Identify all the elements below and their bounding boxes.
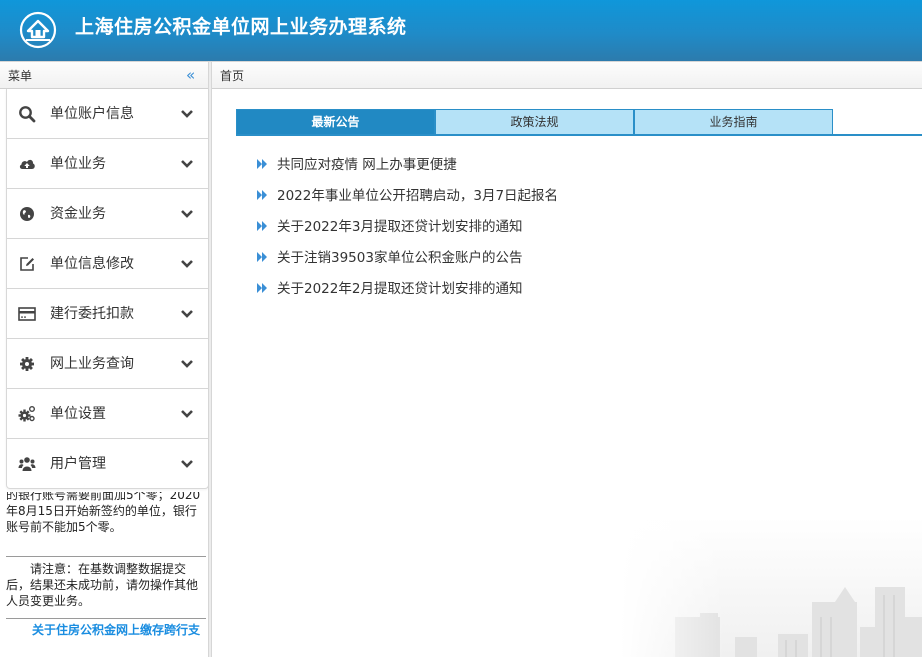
sidebar-item-user-management[interactable]: 用户管理 <box>7 439 208 489</box>
sidebar-item-account-info[interactable]: 单位账户信息 <box>7 89 208 139</box>
divider <box>6 618 206 619</box>
news-title[interactable]: 关于2022年2月提取还贷计划安排的通知 <box>277 280 522 298</box>
sidebar-item-unit-settings[interactable]: 单位设置 <box>7 389 208 439</box>
sidebar-item-label: 单位设置 <box>50 406 106 422</box>
search-icon <box>19 106 36 123</box>
tab-bar: 最新公告 政策法规 业务指南 <box>236 109 922 136</box>
tab-policies[interactable]: 政策法规 <box>435 109 634 135</box>
chevron-down-icon <box>181 310 193 318</box>
news-title[interactable]: 共同应对疫情 网上办事更便捷 <box>277 156 457 174</box>
notice-text: 请注意：在基数调整数据提交后，结果还未成功前，请勿操作其他人员变更业务。 <box>6 562 199 608</box>
sidebar-item-label: 网上业务查询 <box>50 356 134 372</box>
news-title[interactable]: 关于2022年3月提取还贷计划安排的通知 <box>277 218 522 236</box>
divider <box>208 62 212 89</box>
city-skyline-background <box>620 517 922 657</box>
notice-bank-account: 的银行账号需要前面加5个零；2020 年8月15日开始新签约的单位，银行账号前不… <box>6 492 204 540</box>
sidebar-item-label: 用户管理 <box>50 456 106 472</box>
notice-link[interactable]: 关于住房公积金网上缴存跨行支 <box>32 622 200 638</box>
tab-latest-announcements[interactable]: 最新公告 <box>236 109 435 135</box>
top-bar: 菜单 « 首页 <box>0 61 922 89</box>
divider <box>6 556 206 557</box>
edit-icon <box>20 257 34 271</box>
main-content: 最新公告 政策法规 业务指南 共同应对疫情 网上办事更便捷 2022年事业单位公… <box>213 89 922 657</box>
news-title[interactable]: 关于注销39503家单位公积金账户的公告 <box>277 249 522 267</box>
chevron-down-icon <box>181 260 193 268</box>
gear-icon <box>20 357 34 371</box>
credit-card-icon <box>18 307 36 321</box>
sidebar-item-unit-business[interactable]: 单位业务 <box>7 139 208 189</box>
double-arrow-icon <box>257 190 267 200</box>
double-arrow-icon <box>257 159 267 169</box>
sidebar-item-ccb-debit[interactable]: 建行委托扣款 <box>7 289 208 339</box>
breadcrumb-home[interactable]: 首页 <box>220 67 244 84</box>
users-icon <box>18 457 36 471</box>
house-logo-icon <box>19 11 57 49</box>
globe-icon <box>20 207 34 221</box>
chevron-down-icon <box>181 410 193 418</box>
sidebar-item-label: 资金业务 <box>50 206 106 222</box>
notice-text: 年8月15日开始新签约的单位，银行账号前不能加5个零。 <box>6 504 197 534</box>
double-arrow-icon <box>257 283 267 293</box>
sidebar-item-label: 单位业务 <box>50 156 106 172</box>
menu-label: 菜单 <box>8 69 33 83</box>
tab-business-guide[interactable]: 业务指南 <box>634 109 833 135</box>
sidebar-splitter[interactable] <box>209 89 212 657</box>
notice-base-adjust: 请注意：在基数调整数据提交后，结果还未成功前，请勿操作其他人员变更业务。 <box>6 561 206 609</box>
sidebar-menu: 单位账户信息 单位业务 资金业务 单位信息修改 建行委托扣款 网上业务查询 单位… <box>6 89 208 489</box>
sidebar-item-label: 单位信息修改 <box>50 256 134 272</box>
sidebar-item-label: 单位账户信息 <box>50 106 134 122</box>
chevron-down-icon <box>181 360 193 368</box>
sidebar-item-funds[interactable]: 资金业务 <box>7 189 208 239</box>
double-arrow-icon <box>257 252 267 262</box>
double-arrow-icon <box>257 221 267 231</box>
sidebar-item-label: 建行委托扣款 <box>50 306 134 322</box>
notice-text: 的银行账号需要前面加5个零；2020 <box>6 492 201 502</box>
sidebar: 单位账户信息 单位业务 资金业务 单位信息修改 建行委托扣款 网上业务查询 单位… <box>0 89 209 657</box>
chevron-down-icon <box>181 460 193 468</box>
sidebar-item-online-query[interactable]: 网上业务查询 <box>7 339 208 389</box>
gears-icon <box>18 406 35 422</box>
sidebar-item-edit-info[interactable]: 单位信息修改 <box>7 239 208 289</box>
app-header: 上海住房公积金单位网上业务办理系统 <box>0 0 922 61</box>
chevron-down-icon <box>181 160 193 168</box>
cloud-upload-icon <box>19 159 35 169</box>
app-title: 上海住房公积金单位网上业务办理系统 <box>75 16 407 38</box>
chevron-down-icon <box>181 110 193 118</box>
collapse-sidebar-button[interactable]: « <box>186 66 195 84</box>
news-title[interactable]: 2022年事业单位公开招聘启动，3月7日起报名 <box>277 187 558 205</box>
chevron-down-icon <box>181 210 193 218</box>
